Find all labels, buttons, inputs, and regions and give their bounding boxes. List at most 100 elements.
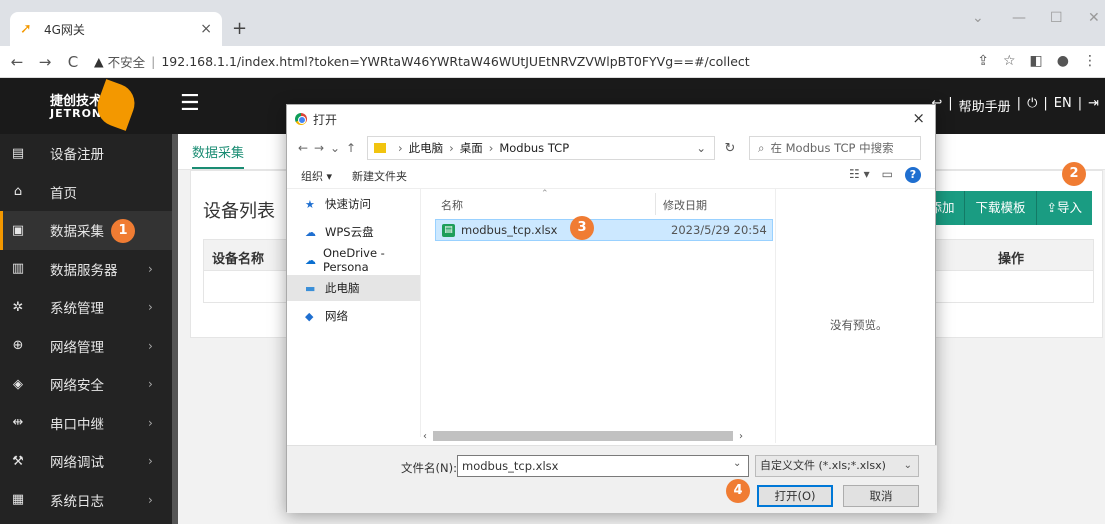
nav-this-pc[interactable]: ▬ 此电脑 (287, 275, 420, 301)
bookmark-star-icon[interactable]: ☆ (1003, 53, 1016, 69)
cloud-icon: ☁ (305, 225, 316, 239)
sidebar-item-network[interactable]: ⊕ 网络管理 › (0, 327, 172, 366)
filename-input[interactable]: modbus_tcp.xlsx (457, 455, 749, 477)
dialog-back-icon[interactable]: ← (295, 141, 311, 155)
import-label: 导入 (1056, 200, 1082, 215)
breadcrumb-item[interactable]: 桌面 (460, 140, 483, 156)
logo: 捷创技术 JETRON (50, 95, 102, 120)
col-actions: 操作 (998, 252, 1025, 267)
gear-icon: ✲ (12, 299, 24, 315)
sidebar-item-label: 设备注册 (50, 147, 104, 164)
sidebar-item-security[interactable]: ◈ 网络安全 › (0, 365, 172, 404)
help-icon[interactable]: ? (905, 167, 921, 183)
sidebar-item-label: 串口中继 (50, 416, 104, 433)
col-date-header[interactable]: 修改日期 (663, 197, 707, 213)
share-icon[interactable]: ⇪ (977, 53, 989, 69)
chevron-down-icon[interactable]: ⌄ (696, 141, 706, 155)
tab-close-icon[interactable]: × (200, 21, 212, 37)
tab-search-icon[interactable]: ⌄ (972, 10, 984, 26)
power-icon[interactable]: ⏻ (1027, 96, 1037, 115)
breadcrumb-item[interactable]: 此电脑 (409, 140, 444, 156)
filetype-select[interactable]: 自定义文件 (*.xls;*.xlsx) ⌄ (755, 455, 919, 477)
new-folder-button[interactable]: 新建文件夹 (352, 168, 407, 184)
excel-file-icon: ▤ (442, 223, 455, 237)
nav-onedrive[interactable]: ☁ OneDrive - Persona (287, 246, 420, 274)
open-button[interactable]: 打开(O) (757, 485, 833, 507)
sidebar: ▤ 设备注册 ⌂ 首页 ▣ 数据采集 ▥ 数据服务器 › ✲ 系统管理 › ⊕ 网络管理 › ◈ 网… (0, 134, 172, 524)
menu-dots-icon[interactable]: ⋮ (1083, 53, 1097, 69)
preview-pane-icon[interactable]: ▭ (882, 167, 893, 183)
file-row-selected[interactable]: ▤ modbus_tcp.xlsx 2023/5/29 20:54 (435, 219, 773, 241)
sidebar-item-system[interactable]: ✲ 系统管理 › (0, 288, 172, 327)
minimize-button[interactable]: — (1012, 10, 1026, 26)
file-date: 2023/5/29 20:54 (671, 223, 767, 237)
url-field[interactable]: ▲ 不安全 | 192.168.1.1/index.html?token=YWR… (94, 52, 750, 71)
new-tab-button[interactable]: + (232, 18, 247, 39)
scroll-left-icon[interactable]: ‹ (423, 431, 427, 442)
chevron-right-icon: › (148, 338, 153, 353)
onedrive-icon: ☁ (305, 253, 316, 267)
sidebar-item-debug[interactable]: ⚒ 网络调试 › (0, 442, 172, 481)
dialog-close-icon[interactable]: × (912, 109, 925, 127)
back-button[interactable]: ← (6, 53, 28, 71)
url-text[interactable]: 192.168.1.1/index.html?token=YWRtaW46YWR… (161, 54, 749, 69)
nav-network[interactable]: ◆ 网络 (287, 303, 420, 329)
sidebar-item-serial[interactable]: ⇹ 串口中继 › (0, 404, 172, 443)
column-divider[interactable] (655, 193, 656, 215)
profile-icon[interactable]: ● (1057, 53, 1069, 69)
chevron-right-icon: › (148, 300, 153, 315)
upload-icon: ⇪ (1046, 200, 1057, 215)
sidebar-item-data-collect[interactable]: ▣ 数据采集 (0, 211, 172, 250)
sidebar-item-label: 系统管理 (50, 301, 104, 318)
tab-data-collect[interactable]: 数据采集 (192, 142, 245, 169)
forward-button[interactable]: → (34, 53, 56, 71)
help-link[interactable]: 帮助手册 (959, 96, 1011, 115)
organize-button[interactable]: 组织 ▾ (301, 168, 332, 184)
hamburger-menu-icon[interactable]: ☰ (180, 93, 200, 115)
chevron-right-icon: › (148, 415, 153, 430)
search-input[interactable]: ⌕ 在 Modbus TCP 中搜索 (749, 136, 921, 160)
reload-button[interactable]: C (62, 53, 84, 71)
import-button[interactable]: ⇪导入 (1035, 191, 1092, 225)
recent-dropdown-icon[interactable]: ⌄ (327, 141, 343, 155)
nav-label: 快速访问 (325, 197, 371, 211)
breadcrumb-item[interactable]: Modbus TCP (499, 141, 569, 155)
cancel-button[interactable]: 取消 (843, 485, 919, 507)
download-template-button[interactable]: 下载模板 (964, 191, 1036, 225)
open-file-dialog: 打开 × ← → ⌄ ↑ › 此电脑 › 桌面 › Modbus TCP ⌄ ↻… (286, 104, 937, 513)
view-options-icon[interactable]: ☷ ▾ (849, 167, 870, 183)
dialog-forward-icon[interactable]: → (311, 141, 327, 155)
sidepanel-icon[interactable]: ◧ (1030, 53, 1043, 69)
horizontal-scrollbar[interactable]: ‹ › (423, 429, 775, 443)
nav-label: WPS云盘 (325, 225, 374, 239)
chevron-right-icon: › (148, 377, 153, 392)
browser-tab[interactable]: ➚ 4G网关 × (10, 12, 222, 46)
sidebar-item-data-server[interactable]: ▥ 数据服务器 › (0, 250, 172, 289)
sort-ascending-icon: ⌃ (541, 189, 549, 199)
window-close-button[interactable]: ✕ (1088, 10, 1100, 26)
logout-icon[interactable]: ⇥ (1088, 96, 1099, 115)
file-name: modbus_tcp.xlsx (461, 223, 558, 237)
sidebar-item-device-register[interactable]: ▤ 设备注册 (0, 134, 172, 173)
view-controls: ☷ ▾ ▭ ? (849, 167, 921, 183)
maximize-button[interactable]: ☐ (1050, 10, 1063, 26)
scroll-right-icon[interactable]: › (739, 431, 743, 442)
nav-wps-cloud[interactable]: ☁ WPS云盘 (287, 219, 420, 245)
refresh-icon[interactable]: ↻ (715, 141, 745, 156)
up-folder-icon[interactable]: ↑ (343, 141, 359, 155)
usb-icon: ⇹ (12, 415, 24, 431)
breadcrumb[interactable]: › 此电脑 › 桌面 › Modbus TCP ⌄ (367, 136, 715, 160)
dialog-title: 打开 (313, 112, 338, 127)
filename-dropdown-icon[interactable]: ⌄ (733, 458, 741, 469)
file-list-header: ⌃ 名称 修改日期 (423, 189, 775, 217)
sidebar-item-home[interactable]: ⌂ 首页 (0, 173, 172, 212)
network-icon: ◆ (305, 309, 314, 323)
nav-quick-access[interactable]: ★ 快速访问 (287, 191, 420, 217)
scrollbar-thumb[interactable] (433, 431, 733, 441)
filename-label: 文件名(N): (401, 461, 457, 475)
col-name-header[interactable]: 名称 (441, 197, 463, 213)
language-link[interactable]: EN (1054, 96, 1072, 115)
sidebar-item-log[interactable]: ▦ 系统日志 › (0, 481, 172, 520)
breadcrumb-chevron: › (449, 141, 454, 155)
nav-label: 此电脑 (325, 281, 360, 295)
